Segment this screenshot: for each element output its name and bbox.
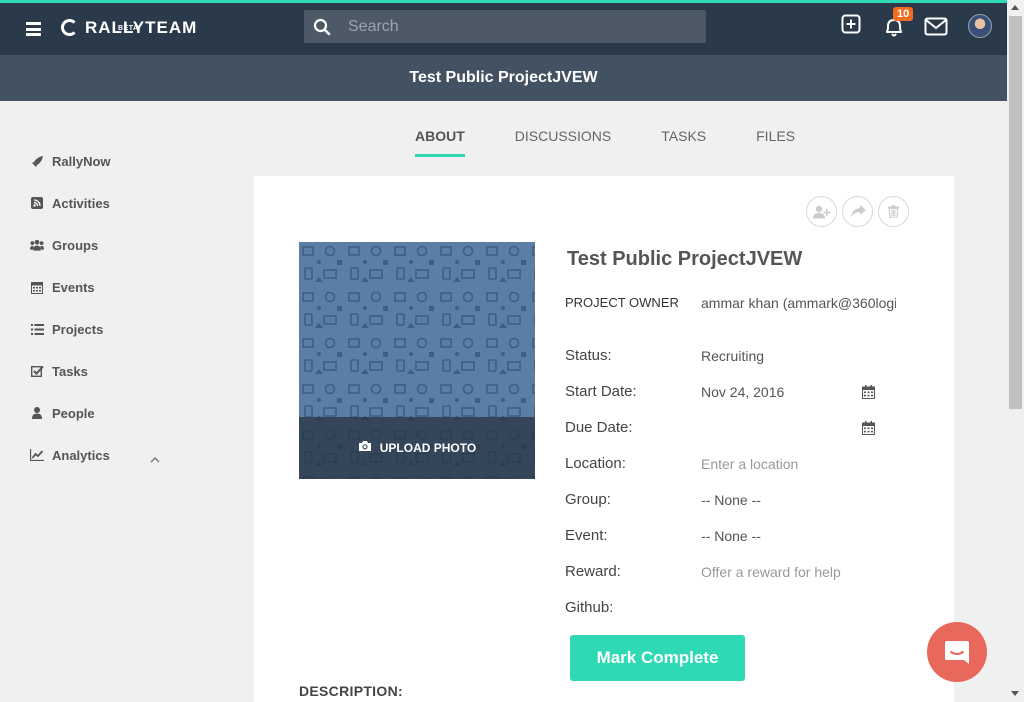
add-member-button[interactable] [806, 196, 837, 227]
notification-badge: 10 [893, 7, 914, 21]
sidebar-item-projects[interactable]: Projects [0, 308, 200, 350]
search-box [304, 10, 706, 43]
camera-icon [358, 439, 372, 457]
scroll-down-arrow[interactable] [1011, 691, 1019, 696]
event-select[interactable]: -- None -- [701, 528, 761, 544]
user-avatar[interactable] [968, 14, 992, 38]
reward-input[interactable]: Offer a reward for help [701, 564, 841, 580]
users-icon [30, 238, 44, 252]
rocket-icon [30, 154, 44, 168]
sidebar-item-label: Projects [52, 321, 104, 337]
tab-discussions[interactable]: DISCUSSIONS [515, 128, 611, 157]
tab-about[interactable]: ABOUT [415, 128, 465, 157]
event-label: Event: [565, 527, 608, 544]
rss-icon [30, 196, 44, 210]
mail-icon[interactable] [924, 17, 948, 41]
sidebar-item-label: Events [52, 279, 95, 295]
chat-icon [945, 641, 969, 664]
checkbox-icon [30, 364, 44, 378]
project-owner-label: PROJECT OWNER [565, 295, 679, 310]
project-title: Test Public ProjectJVEW [567, 248, 803, 270]
sidebar-item-rallynow[interactable]: RallyNow [0, 140, 200, 182]
start-date-value[interactable]: Nov 24, 2016 [701, 384, 784, 400]
status-value[interactable]: Recruiting [701, 348, 764, 364]
location-label: Location: [565, 455, 626, 472]
start-date-calendar-icon[interactable] [862, 385, 875, 404]
mark-complete-button[interactable]: Mark Complete [570, 635, 745, 681]
status-label: Status: [565, 347, 612, 364]
sidebar-item-analytics[interactable]: Analytics [0, 434, 200, 476]
brand-name: RALLYTEAM [85, 18, 198, 37]
github-label: Github: [565, 599, 614, 616]
upload-photo-button[interactable]: UPLOAD PHOTO [299, 417, 535, 479]
chat-launcher-button[interactable] [927, 622, 987, 682]
page-title: Test Public ProjectJVEW [409, 69, 598, 86]
group-label: Group: [565, 491, 611, 508]
list-icon [30, 322, 44, 336]
search-input[interactable] [348, 17, 688, 36]
plus-square-icon[interactable] [841, 14, 861, 39]
chevron-up-icon[interactable] [150, 450, 160, 468]
tab-tasks[interactable]: TASKS [661, 128, 706, 157]
share-button[interactable] [842, 196, 873, 227]
menu-icon[interactable] [26, 22, 41, 36]
calendar-icon [30, 280, 44, 294]
reward-label: Reward: [565, 563, 621, 580]
due-date-calendar-icon[interactable] [862, 421, 875, 440]
start-date-label: Start Date: [565, 383, 637, 400]
sidebar-item-tasks[interactable]: Tasks [0, 350, 200, 392]
sidebar-item-label: People [52, 405, 95, 421]
project-owner-value[interactable]: ammar khan (ammark@360logica.com) [701, 295, 896, 311]
sidebar-item-label: Activities [52, 195, 110, 211]
sidebar-item-label: Analytics [52, 447, 110, 463]
sidebar: RallyNow Activities Groups Events Projec… [0, 140, 200, 476]
scrollbar-thumb[interactable] [1009, 16, 1022, 409]
sidebar-item-activities[interactable]: Activities [0, 182, 200, 224]
scroll-up-arrow[interactable] [1011, 5, 1019, 10]
beta-label: BETA [118, 25, 139, 32]
group-select[interactable]: -- None -- [701, 492, 761, 508]
upload-photo-label: UPLOAD PHOTO [379, 441, 477, 455]
project-photo[interactable]: UPLOAD PHOTO [299, 242, 535, 479]
sidebar-item-label: Groups [52, 237, 99, 253]
description-label: DESCRIPTION: [299, 683, 403, 699]
search-icon[interactable] [304, 18, 340, 36]
chart-icon [30, 448, 44, 462]
logo-ring-icon [61, 19, 78, 36]
sidebar-item-people[interactable]: People [0, 392, 200, 434]
sidebar-item-label: RallyNow [52, 153, 111, 169]
project-titlebar: Test Public ProjectJVEW [0, 55, 1007, 101]
due-date-label: Due Date: [565, 419, 633, 436]
project-tabs: ABOUT DISCUSSIONS TASKS FILES [415, 128, 845, 157]
location-input[interactable]: Enter a location [701, 456, 798, 472]
delete-button[interactable] [878, 196, 909, 227]
sidebar-item-events[interactable]: Events [0, 266, 200, 308]
sidebar-item-label: Tasks [52, 363, 88, 379]
user-icon [30, 406, 44, 420]
tab-files[interactable]: FILES [756, 128, 795, 157]
vertical-scrollbar[interactable] [1007, 0, 1024, 702]
project-card: UPLOAD PHOTO Test Public ProjectJVEW PRO… [254, 176, 954, 702]
sidebar-item-groups[interactable]: Groups [0, 224, 200, 266]
